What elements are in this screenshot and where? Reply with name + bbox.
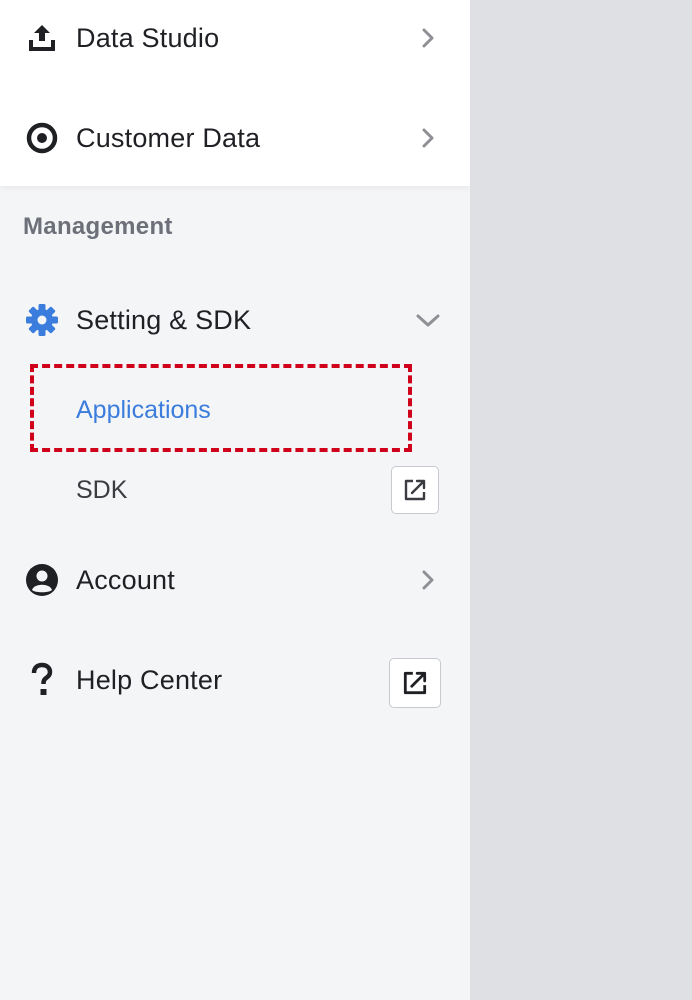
chevron-right-icon bbox=[422, 28, 434, 48]
section-title-management: Management bbox=[23, 213, 173, 240]
nav-item-customer-data[interactable]: Customer Data bbox=[0, 108, 470, 168]
question-icon bbox=[24, 662, 60, 698]
user-circle-icon bbox=[24, 562, 60, 598]
sub-item-sdk[interactable]: SDK bbox=[76, 476, 127, 505]
chevron-down-icon bbox=[416, 314, 440, 327]
help-center-external-link-button[interactable] bbox=[389, 658, 441, 708]
sdk-external-link-button[interactable] bbox=[391, 466, 439, 514]
nav-label: Data Studio bbox=[76, 23, 220, 53]
nav-label: Setting & SDK bbox=[76, 305, 252, 335]
external-link-icon bbox=[404, 479, 426, 501]
nav-label: Help Center bbox=[76, 665, 223, 695]
chevron-right-icon bbox=[422, 128, 434, 148]
nav-label: Customer Data bbox=[76, 123, 261, 153]
chevron-right-icon bbox=[422, 570, 434, 590]
gear-icon bbox=[24, 302, 60, 338]
sub-item-applications[interactable]: Applications bbox=[76, 396, 211, 425]
content-area bbox=[470, 0, 692, 1000]
primary-nav: Data Studio Customer Data bbox=[0, 0, 470, 186]
nav-label: Account bbox=[76, 565, 175, 595]
external-link-icon bbox=[403, 671, 427, 695]
nav-item-data-studio[interactable]: Data Studio bbox=[0, 8, 470, 68]
nav-item-setting-sdk[interactable]: Setting & SDK bbox=[0, 290, 470, 350]
sidebar: Data Studio Customer Data Management Set… bbox=[0, 0, 470, 1000]
nav-item-account[interactable]: Account bbox=[0, 550, 470, 610]
target-icon bbox=[24, 120, 60, 156]
upload-icon bbox=[24, 20, 60, 56]
